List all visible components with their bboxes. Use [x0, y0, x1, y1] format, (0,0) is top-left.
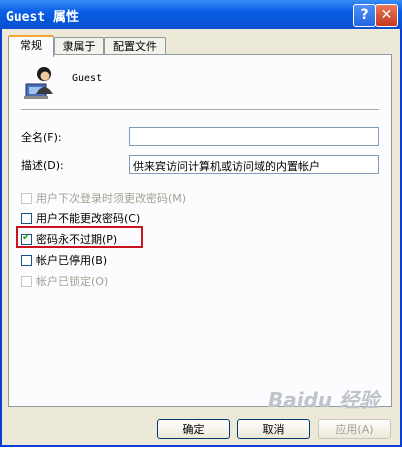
ok-button[interactable]: 确定: [157, 419, 230, 439]
baidu-watermark: Baidu 经验: [268, 388, 380, 412]
tab-member-of[interactable]: 隶属于: [54, 37, 104, 55]
description-label: 描述(D):: [21, 159, 64, 172]
checkbox-account-disabled[interactable]: 帐户已停用(B): [21, 252, 107, 268]
checkbox-box[interactable]: [21, 275, 32, 287]
window-title: Guest 属性: [6, 10, 79, 25]
checkbox-label: 用户下次登录时须更改密码(M): [36, 192, 187, 205]
checkbox-label: 帐户已停用(B): [36, 254, 108, 267]
help-button[interactable]: ?: [353, 4, 376, 27]
fullname-field[interactable]: [129, 127, 379, 146]
close-button[interactable]: ✕: [375, 4, 398, 27]
tab-general[interactable]: 常规: [8, 35, 54, 57]
checkbox-box[interactable]: [21, 254, 32, 266]
help-icon: ?: [360, 7, 369, 23]
highlight-box: [16, 226, 143, 248]
checkbox-cannot-change-password[interactable]: 用户不能更改密码(C): [21, 210, 140, 226]
apply-button[interactable]: 应用(A): [318, 419, 391, 439]
checkbox-box[interactable]: [21, 212, 32, 224]
tab-profile[interactable]: 配置文件: [104, 37, 166, 55]
properties-dialog: Guest 属性 ? ✕ 常规 隶属于 配置文件 Guest 全名(F): 描述…: [0, 0, 402, 447]
checkbox-must-change-password[interactable]: 用户下次登录时须更改密码(M): [21, 190, 186, 206]
user-icon: [24, 67, 53, 99]
checkbox-account-locked[interactable]: 帐户已锁定(O): [21, 273, 108, 289]
checkbox-label: 用户不能更改密码(C): [36, 212, 141, 225]
fullname-label: 全名(F):: [21, 131, 62, 144]
user-name: Guest: [72, 73, 103, 84]
description-field[interactable]: 供来宾访问计算机或访问域的内置帐户: [129, 155, 379, 174]
close-icon: ✕: [380, 7, 393, 23]
checkbox-label: 帐户已锁定(O): [36, 275, 109, 288]
cancel-button[interactable]: 取消: [237, 419, 310, 439]
divider: [21, 109, 379, 111]
checkbox-box[interactable]: [21, 192, 32, 204]
title-bar[interactable]: Guest 属性 ? ✕: [0, 0, 402, 29]
